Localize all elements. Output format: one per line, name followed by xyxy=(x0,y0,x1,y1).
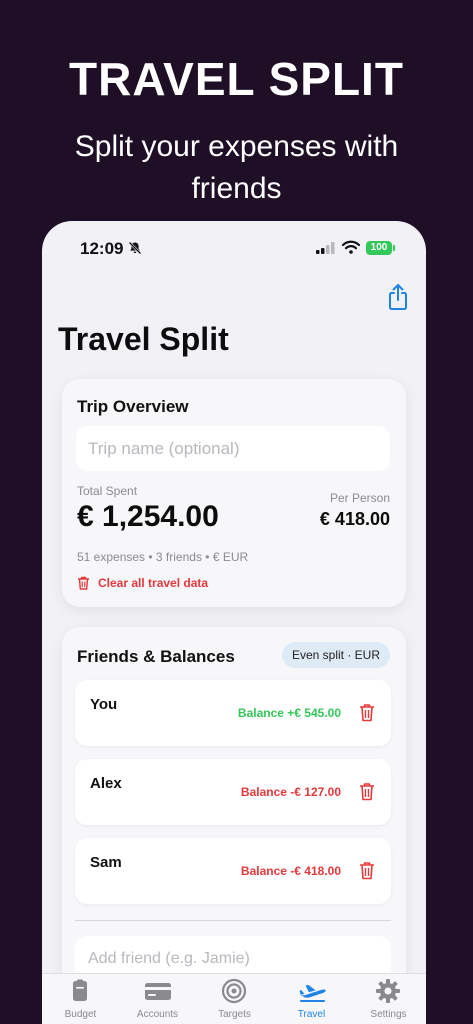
trash-icon[interactable] xyxy=(359,703,375,722)
tab-budget[interactable]: Budget xyxy=(42,974,119,1024)
friend-row[interactable]: Sam Balance -€ 418.00 xyxy=(75,838,391,904)
friend-balance: Balance -€ 418.00 xyxy=(240,864,341,878)
friend-row[interactable]: You Balance +€ 545.00 xyxy=(75,680,391,746)
promo-subtitle: Split your expenses with friends xyxy=(74,130,399,205)
tab-label: Accounts xyxy=(136,1009,179,1020)
per-person-value: € 418.00 xyxy=(319,509,390,529)
total-spent-value: € 1,254.00 xyxy=(77,500,219,533)
page-title: Travel Split xyxy=(58,321,229,357)
tab-label: Targets xyxy=(218,1009,251,1020)
divider xyxy=(75,920,391,921)
tab-targets[interactable]: Targets xyxy=(196,974,273,1024)
trip-meta: 51 expenses • 3 friends • € EUR xyxy=(77,550,249,564)
tab-accounts[interactable]: Accounts xyxy=(119,974,196,1024)
phone-screen: 12:09 100 Travel Split Trip Overview Tri… xyxy=(42,221,426,1024)
cellular-signal-icon xyxy=(316,242,335,254)
tab-label: Travel xyxy=(297,1009,326,1020)
promo-title: TRAVEL SPLIT xyxy=(69,53,404,105)
share-icon xyxy=(389,284,407,310)
settings-icon xyxy=(376,979,400,1003)
trash-icon[interactable] xyxy=(359,782,375,801)
total-spent-label: Total Spent xyxy=(77,484,138,498)
tab-label: Settings xyxy=(370,1009,407,1020)
travel-icon xyxy=(299,985,326,1002)
status-bar: 12:09 100 xyxy=(42,235,426,261)
wifi-icon xyxy=(342,240,360,254)
tab-settings[interactable]: Settings xyxy=(350,974,426,1024)
split-mode-badge[interactable]: Even split · EUR xyxy=(281,642,390,668)
bell-muted-icon xyxy=(128,241,142,255)
battery-indicator: 100 xyxy=(366,241,392,255)
friend-balance: Balance +€ 545.00 xyxy=(237,706,341,720)
targets-icon xyxy=(221,978,247,1004)
friend-name: Alex xyxy=(90,775,122,792)
trash-icon[interactable] xyxy=(359,861,375,880)
friends-balances-title: Friends & Balances xyxy=(77,647,235,666)
battery-nub xyxy=(393,245,395,251)
trip-overview-title: Trip Overview xyxy=(77,397,189,416)
tab-label: Budget xyxy=(64,1009,97,1020)
trash-icon xyxy=(78,576,89,590)
share-button[interactable] xyxy=(386,283,410,311)
accounts-icon xyxy=(145,983,171,1000)
tab-bar: Budget Accounts Targets Travel Settings xyxy=(42,973,426,1024)
friend-row[interactable]: Alex Balance -€ 127.00 xyxy=(75,759,391,825)
per-person-label: Per Person xyxy=(329,491,390,505)
friend-name: Sam xyxy=(90,854,122,871)
friend-balance: Balance -€ 127.00 xyxy=(240,785,341,799)
trip-name-input[interactable] xyxy=(76,426,390,471)
tab-travel[interactable]: Travel xyxy=(273,974,350,1024)
friend-name: You xyxy=(90,696,118,713)
status-time: 12:09 xyxy=(80,239,124,258)
clear-travel-data-label: Clear all travel data xyxy=(98,576,209,590)
friends-balances-card: Friends & Balances Even split · EUR You … xyxy=(62,627,406,1024)
trip-overview-card: Trip Overview Total Spent € 1,254.00 Per… xyxy=(62,379,406,607)
budget-icon xyxy=(73,979,87,1001)
